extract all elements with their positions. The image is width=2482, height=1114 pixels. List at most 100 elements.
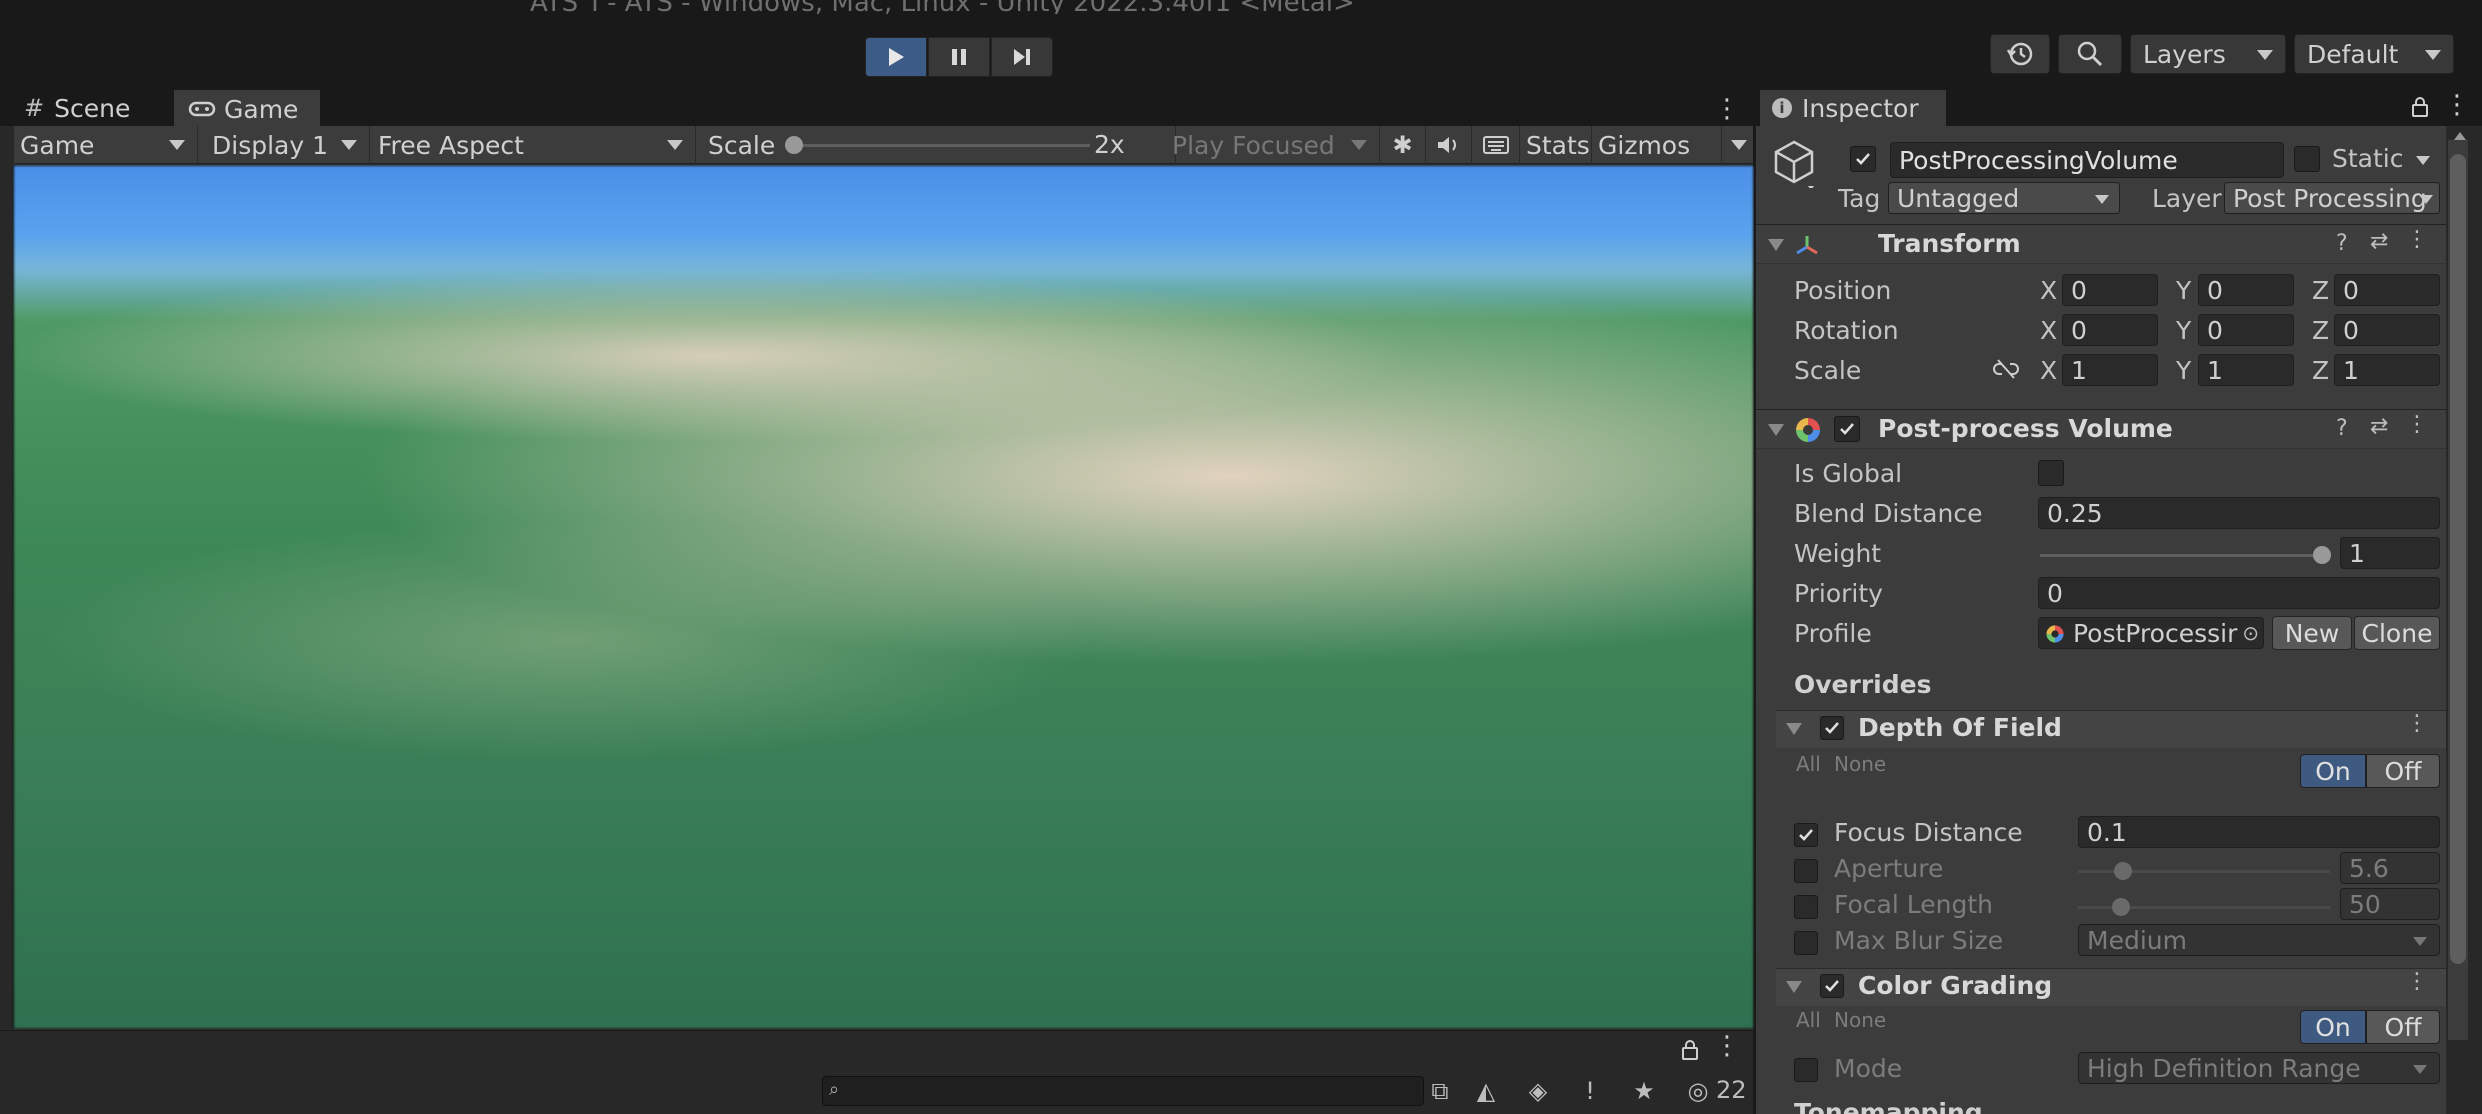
foldout-triangle-icon[interactable]: [1768, 239, 1784, 251]
display-dropdown[interactable]: Display 1: [200, 126, 370, 164]
settings-sliders-icon[interactable]: ⇄: [2370, 414, 2388, 439]
static-checkbox[interactable]: [2294, 146, 2320, 172]
position-y-input[interactable]: 0: [2198, 274, 2294, 306]
foldout-triangle-icon[interactable]: [1786, 981, 1802, 993]
scale-slider-handle[interactable]: [785, 136, 803, 154]
weight-slider-handle[interactable]: [2313, 546, 2331, 564]
tag-dropdown[interactable]: Untagged: [1888, 182, 2120, 214]
layer-dropdown[interactable]: Post Processing: [2224, 182, 2440, 214]
bug-button[interactable]: ✱: [1380, 126, 1426, 164]
mode-dropdown[interactable]: High Definition Range: [2078, 1052, 2440, 1084]
more-options-icon[interactable]: ⋮: [2444, 90, 2470, 120]
cg-on-toggle[interactable]: On: [2300, 1010, 2366, 1044]
more-options-icon[interactable]: ⋮: [2406, 711, 2428, 736]
weight-input[interactable]: 1: [2340, 537, 2440, 569]
visibility-icon[interactable]: ◎: [1680, 1076, 1716, 1106]
pause-button[interactable]: [928, 37, 990, 77]
layout-dropdown[interactable]: Default: [2294, 34, 2454, 74]
search-button[interactable]: [2058, 34, 2122, 74]
play-focused-dropdown[interactable]: Play Focused: [1162, 126, 1380, 164]
scale-slider-track[interactable]: [794, 144, 1090, 147]
warning-icon[interactable]: !: [1574, 1076, 1606, 1106]
play-button[interactable]: [865, 37, 927, 77]
focal-length-override-checkbox[interactable]: [1794, 895, 1818, 919]
chevron-down-icon[interactable]: [2416, 156, 2430, 165]
foldout-triangle-icon[interactable]: [1786, 723, 1802, 735]
aperture-slider-handle[interactable]: [2114, 862, 2133, 880]
tab-game[interactable]: Game: [174, 90, 320, 126]
is-global-checkbox[interactable]: [2038, 460, 2064, 486]
star-icon[interactable]: ★: [1628, 1076, 1660, 1106]
active-checkbox[interactable]: [1850, 146, 1876, 172]
more-options-icon[interactable]: ⋮: [1714, 94, 1740, 124]
scale-y-input[interactable]: 1: [2198, 354, 2294, 386]
focus-distance-input[interactable]: 0.1: [2078, 816, 2440, 848]
gizmos-button[interactable]: Gizmos: [1592, 126, 1722, 164]
blend-distance-input[interactable]: 0.25: [2038, 497, 2440, 529]
object-picker-icon[interactable]: ⊙: [2242, 621, 2259, 645]
dof-off-toggle[interactable]: Off: [2366, 754, 2440, 788]
console-search-input[interactable]: ⌕: [822, 1076, 1424, 1106]
rotation-x-input[interactable]: 0: [2062, 314, 2158, 346]
color-grading-header[interactable]: Color Grading ⋮: [1776, 968, 2446, 1006]
help-icon[interactable]: ?: [2336, 416, 2348, 441]
dof-enabled-checkbox[interactable]: [1820, 716, 1844, 740]
inspector-scrollbar-thumb[interactable]: [2450, 154, 2466, 964]
game-viewport[interactable]: [14, 166, 1753, 1028]
max-blur-override-checkbox[interactable]: [1794, 931, 1818, 955]
dof-on-toggle[interactable]: On: [2300, 754, 2366, 788]
mode-override-checkbox[interactable]: [1794, 1058, 1818, 1082]
depth-of-field-header[interactable]: Depth Of Field ⋮: [1776, 710, 2446, 748]
view-mode-dropdown[interactable]: Game: [14, 126, 198, 164]
layers-dropdown[interactable]: Layers: [2130, 34, 2286, 74]
object-name-input[interactable]: PostProcessingVolume: [1890, 142, 2284, 178]
gizmos-dropdown[interactable]: [1722, 126, 1753, 164]
shapes-icon[interactable]: ◭: [1470, 1076, 1502, 1106]
more-options-icon[interactable]: ⋮: [2406, 969, 2428, 994]
more-options-icon[interactable]: ⋮: [2406, 412, 2428, 437]
lock-icon[interactable]: [1680, 1039, 1700, 1061]
scale-z-input[interactable]: 1: [2334, 354, 2440, 386]
clone-profile-button[interactable]: Clone: [2354, 616, 2440, 650]
settings-sliders-icon[interactable]: ⇄: [2370, 229, 2388, 254]
history-button[interactable]: [1990, 34, 2050, 74]
collapse-icon[interactable]: ⧉: [1424, 1076, 1456, 1106]
cg-off-toggle[interactable]: Off: [2366, 1010, 2440, 1044]
tab-inspector[interactable]: i Inspector: [1760, 90, 1946, 126]
scale-x-input[interactable]: 1: [2062, 354, 2158, 386]
stats-button[interactable]: Stats: [1520, 126, 1592, 164]
position-x-input[interactable]: 0: [2062, 274, 2158, 306]
focus-distance-override-checkbox[interactable]: [1794, 823, 1818, 847]
cg-none-link[interactable]: None: [1834, 1008, 1886, 1032]
scroll-up-icon[interactable]: [2454, 132, 2466, 140]
focal-length-slider-handle[interactable]: [2111, 898, 2130, 916]
rotation-z-input[interactable]: 0: [2334, 314, 2440, 346]
priority-input[interactable]: 0: [2038, 577, 2440, 609]
tab-scene[interactable]: # Scene: [10, 90, 173, 126]
focal-length-input[interactable]: 50: [2340, 888, 2440, 920]
color-grading-enabled-checkbox[interactable]: [1820, 974, 1844, 998]
aspect-dropdown[interactable]: Free Aspect: [372, 126, 696, 164]
dof-none-link[interactable]: None: [1834, 752, 1886, 776]
transform-header[interactable]: Transform ? ⇄ ⋮: [1756, 224, 2446, 264]
profile-object-field[interactable]: PostProcessir ⊙: [2038, 617, 2264, 649]
cg-all-link[interactable]: All: [1796, 1008, 1821, 1032]
dof-all-link[interactable]: All: [1796, 752, 1821, 776]
shortcuts-button[interactable]: [1472, 126, 1520, 164]
foldout-triangle-icon[interactable]: [1768, 424, 1784, 436]
more-options-icon[interactable]: ⋮: [2406, 227, 2428, 252]
aperture-override-checkbox[interactable]: [1794, 859, 1818, 883]
tag-icon[interactable]: ◈: [1522, 1076, 1554, 1106]
max-blur-size-dropdown[interactable]: Medium: [2078, 924, 2440, 956]
aperture-input[interactable]: 5.6: [2340, 852, 2440, 884]
rotation-y-input[interactable]: 0: [2198, 314, 2294, 346]
unlink-icon[interactable]: [1992, 358, 2020, 380]
new-profile-button[interactable]: New: [2272, 616, 2352, 650]
post-process-volume-header[interactable]: Post-process Volume ? ⇄ ⋮: [1756, 409, 2446, 449]
help-icon[interactable]: ?: [2336, 231, 2348, 256]
position-z-input[interactable]: 0: [2334, 274, 2440, 306]
mute-audio-button[interactable]: [1426, 126, 1472, 164]
weight-slider-track[interactable]: [2040, 554, 2322, 557]
volume-enabled-checkbox[interactable]: [1834, 416, 1860, 442]
step-button[interactable]: [991, 37, 1053, 77]
